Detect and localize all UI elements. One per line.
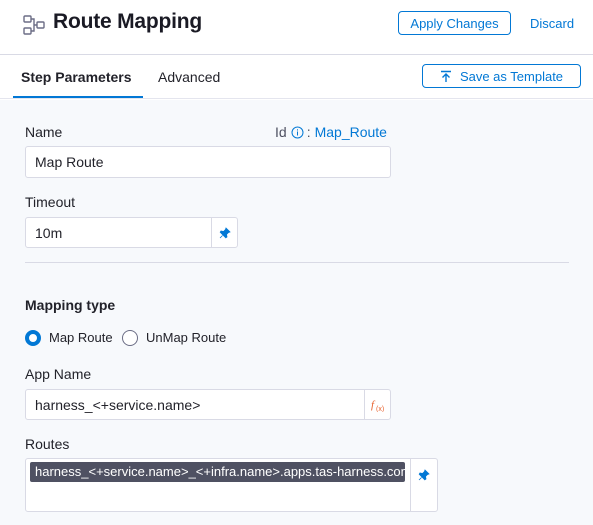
unmap-route-radio[interactable] [122, 330, 138, 346]
save-as-template-button[interactable]: Save as Template [422, 64, 581, 88]
page-title: Route Mapping [53, 10, 203, 33]
mapping-type-heading: Mapping type [25, 297, 116, 313]
timeout-input-type-button[interactable] [211, 217, 238, 248]
timeout-label: Timeout [25, 194, 76, 210]
discard-button[interactable]: Discard [530, 16, 574, 31]
map-route-label[interactable]: Map Route [49, 330, 113, 345]
id-label: Id [275, 124, 287, 140]
app-name-input[interactable]: harness_<+service.name> [25, 389, 365, 420]
id-display: Id : Map_Route [275, 124, 387, 140]
route-tag[interactable]: harness_<+service.name>_<+infra.name>.ap… [30, 462, 405, 482]
apply-changes-button[interactable]: Apply Changes [398, 11, 511, 35]
info-icon[interactable] [291, 126, 304, 139]
svg-text:(x): (x) [376, 406, 384, 412]
app-name-label: App Name [25, 366, 92, 382]
tab-step-parameters[interactable]: Step Parameters [21, 69, 132, 85]
name-label: Name [25, 124, 63, 140]
unmap-route-label[interactable]: UnMap Route [146, 330, 226, 345]
active-tab-indicator [13, 96, 143, 98]
tab-advanced[interactable]: Advanced [158, 69, 220, 85]
name-input[interactable]: Map Route [25, 146, 391, 178]
step-header: Route Mapping Apply Changes Discard [0, 0, 593, 55]
pin-icon [219, 226, 231, 238]
save-as-template-label: Save as Template [459, 68, 564, 84]
tab-bar: Step Parameters Advanced Save as Templat… [0, 55, 593, 99]
routes-input-type-button[interactable] [410, 458, 438, 512]
routes-label: Routes [25, 436, 70, 452]
section-divider [25, 262, 569, 263]
route-mapping-icon [23, 15, 45, 35]
map-route-radio[interactable] [25, 330, 41, 346]
expression-icon: f (x) [371, 399, 384, 412]
upload-icon [440, 70, 451, 82]
id-value: Map_Route [314, 124, 387, 140]
pin-icon [418, 469, 430, 481]
timeout-input[interactable]: 10m [25, 217, 212, 248]
app-name-expression-button[interactable]: f (x) [364, 389, 391, 420]
id-separator: : [306, 124, 311, 140]
